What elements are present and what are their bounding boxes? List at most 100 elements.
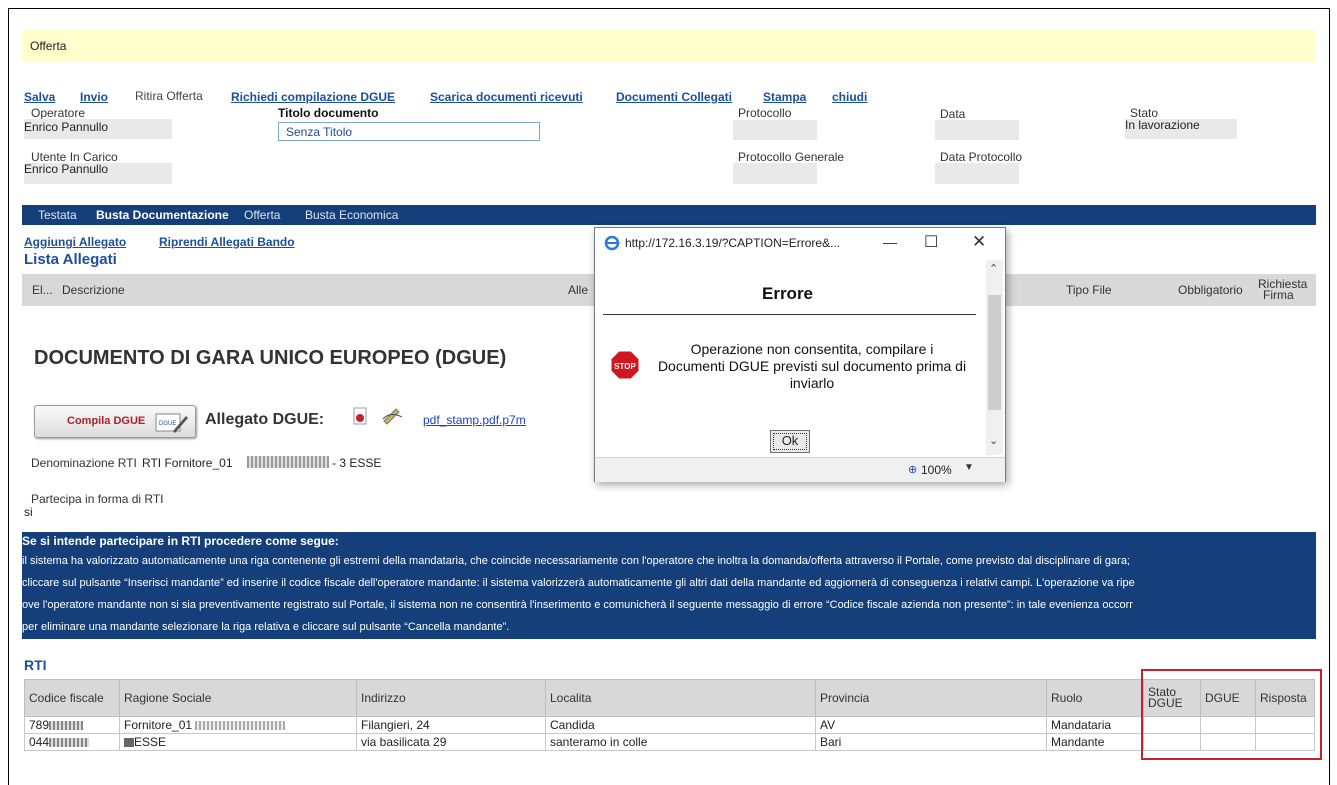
instructions-title: Se si intende partecipare in RTI procede…: [22, 534, 339, 548]
cell-ragione-sociale: Fornitore_01: [119, 716, 357, 734]
ok-button[interactable]: Ok: [770, 430, 810, 453]
instruction-line: ove l'operatore mandante non si sia prev…: [22, 599, 1133, 611]
operatore-label: Operatore: [31, 106, 86, 120]
col-localita: Localita: [545, 679, 816, 717]
dialog-title: Errore: [761, 284, 814, 303]
denominazione-value: RTI Fornitore_01: [142, 456, 233, 470]
stampa-link[interactable]: Stampa: [763, 90, 806, 104]
denominazione-suffix: - 3 ESSE: [332, 456, 382, 470]
col-allegato: Alle: [568, 283, 589, 297]
riprendi-allegati-link[interactable]: Riprendi Allegati Bando: [159, 235, 295, 249]
table-row[interactable]: 044 ESSE via basilicata 29 santeramo in …: [24, 733, 1315, 751]
pdf-file-icon[interactable]: [352, 407, 370, 432]
table-row[interactable]: 789 Fornitore_01 Filangieri, 24 Candida …: [24, 716, 1315, 734]
data-field: [935, 120, 1019, 140]
col-obbligatorio: Obbligatorio: [1178, 283, 1243, 297]
maximize-icon[interactable]: ☐: [924, 232, 938, 252]
dialog-titlebar: http://172.16.3.19/?CAPTION=Errore&... —…: [595, 228, 1005, 258]
col-tipo-file: Tipo File: [1066, 283, 1112, 297]
documenti-collegati-link[interactable]: Documenti Collegati: [616, 90, 732, 104]
col-ragione-sociale: Ragione Sociale: [119, 679, 357, 717]
dgue-edit-icon: DGUE: [155, 412, 189, 439]
redacted-text: [49, 721, 84, 731]
titolo-label: Titolo documento: [278, 106, 379, 120]
ie-browser-icon: [604, 235, 620, 256]
partecipa-value: si: [24, 505, 33, 519]
cell-codice-fiscale: 044: [24, 733, 120, 751]
aggiungi-allegato-link[interactable]: Aggiungi Allegato: [24, 235, 126, 249]
tab-busta-documentazione[interactable]: Busta Documentazione: [96, 208, 229, 222]
partecipa-label: Partecipa in forma di RTI: [31, 492, 164, 506]
col-descrizione: Descrizione: [62, 283, 125, 297]
redacted-text: [49, 738, 90, 748]
compila-dgue-label: Compila DGUE: [67, 415, 146, 427]
denominazione-label: Denominazione RTI: [31, 456, 137, 470]
table-header-row: Codice fiscale Ragione Sociale Indirizzo…: [24, 679, 1315, 717]
cell-indirizzo: via basilicata 29: [356, 733, 546, 751]
salva-link[interactable]: Salva: [24, 90, 55, 104]
minimize-icon[interactable]: —: [883, 234, 897, 250]
cf-text: 044: [29, 735, 50, 749]
invio-link[interactable]: Invio: [80, 90, 108, 104]
dgue-heading: DOCUMENTO DI GARA UNICO EUROPEO (DGUE): [34, 347, 507, 369]
scarica-documenti-link[interactable]: Scarica documenti ricevuti: [430, 90, 583, 104]
dialog-statusbar: ⊕ 100% ▼: [595, 457, 1005, 482]
richiedi-dgue-link[interactable]: Richiedi compilazione DGUE: [231, 90, 395, 104]
rti-table: Codice fiscale Ragione Sociale Indirizzo…: [24, 679, 1315, 751]
redacted-text: [195, 721, 286, 731]
stato-value: In lavorazione: [1125, 118, 1200, 132]
redacted-text: [247, 456, 329, 468]
protocollo-generale-label: Protocollo Generale: [738, 150, 845, 164]
dialog-message: Operazione non consentita, compilare i D…: [657, 341, 967, 391]
dgue-icon-text: DGUE: [159, 421, 176, 427]
dialog-url: http://172.16.3.19/?CAPTION=Errore&...: [625, 236, 841, 250]
col-indirizzo: Indirizzo: [356, 679, 546, 717]
dialog-divider: [603, 314, 976, 315]
allegato-dgue-label: Allegato DGUE:: [205, 411, 325, 428]
zoom-icon[interactable]: ⊕: [908, 463, 917, 476]
scroll-down-icon[interactable]: ⌄: [989, 434, 998, 447]
compila-dgue-button[interactable]: Compila DGUE DGUE: [34, 405, 196, 438]
chiudi-link[interactable]: chiudi: [832, 90, 867, 104]
pdf-stamp-link[interactable]: pdf_stamp.pdf.p7m: [423, 413, 526, 427]
zoom-level[interactable]: 100%: [921, 463, 952, 477]
data-protocollo-field: [935, 163, 1019, 184]
cell-localita: santeramo in colle: [545, 733, 816, 751]
data-protocollo-label: Data Protocollo: [940, 150, 1023, 164]
cell-ragione-sociale: ESSE: [119, 733, 357, 751]
scrollbar-thumb[interactable]: [988, 295, 1001, 410]
cell-provincia: AV: [815, 716, 1047, 734]
protocollo-label: Protocollo: [738, 106, 792, 120]
tab-bar: Testata Busta Documentazione Offerta Bus…: [22, 205, 1316, 225]
stop-icon-text: STOP: [614, 362, 636, 371]
titolo-input[interactable]: Senza Titolo: [278, 122, 540, 141]
operatore-value: Enrico Pannullo: [24, 120, 109, 134]
ritira-offerta-link[interactable]: Ritira Offerta: [135, 89, 203, 103]
cell-codice-fiscale: 789: [24, 716, 120, 734]
col-codice-fiscale: Codice fiscale: [24, 679, 120, 717]
redacted-text: [124, 738, 134, 748]
utente-value: Enrico Pannullo: [24, 162, 109, 176]
tab-testata[interactable]: Testata: [38, 208, 77, 222]
scroll-up-icon[interactable]: ⌃: [989, 262, 998, 275]
rti-instructions: Se si intende partecipare in RTI procede…: [22, 532, 1316, 639]
instruction-line: cliccare sul pulsante “Inserisci mandant…: [22, 577, 1135, 589]
instruction-line: il sistema ha valorizzato automaticament…: [22, 555, 1130, 567]
col-provincia: Provincia: [815, 679, 1047, 717]
cell-localita: Candida: [545, 716, 816, 734]
rti-title: RTI: [24, 657, 47, 673]
col-firma: Firma: [1263, 288, 1294, 302]
col-el: El...: [32, 283, 53, 297]
signature-edit-icon[interactable]: [382, 405, 404, 430]
tab-offerta[interactable]: Offerta: [244, 208, 280, 222]
lista-allegati-title: Lista Allegati: [24, 251, 117, 268]
col-ruolo: Ruolo: [1046, 679, 1144, 717]
rs-text: Fornitore_01: [124, 718, 193, 732]
protocollo-field: [733, 120, 817, 140]
data-label: Data: [940, 107, 966, 121]
close-icon[interactable]: ✕: [972, 232, 986, 252]
cell-indirizzo: Filangieri, 24: [356, 716, 546, 734]
zoom-dropdown-icon[interactable]: ▼: [964, 462, 974, 473]
tab-busta-economica[interactable]: Busta Economica: [305, 208, 398, 222]
stop-icon: STOP: [610, 350, 640, 380]
